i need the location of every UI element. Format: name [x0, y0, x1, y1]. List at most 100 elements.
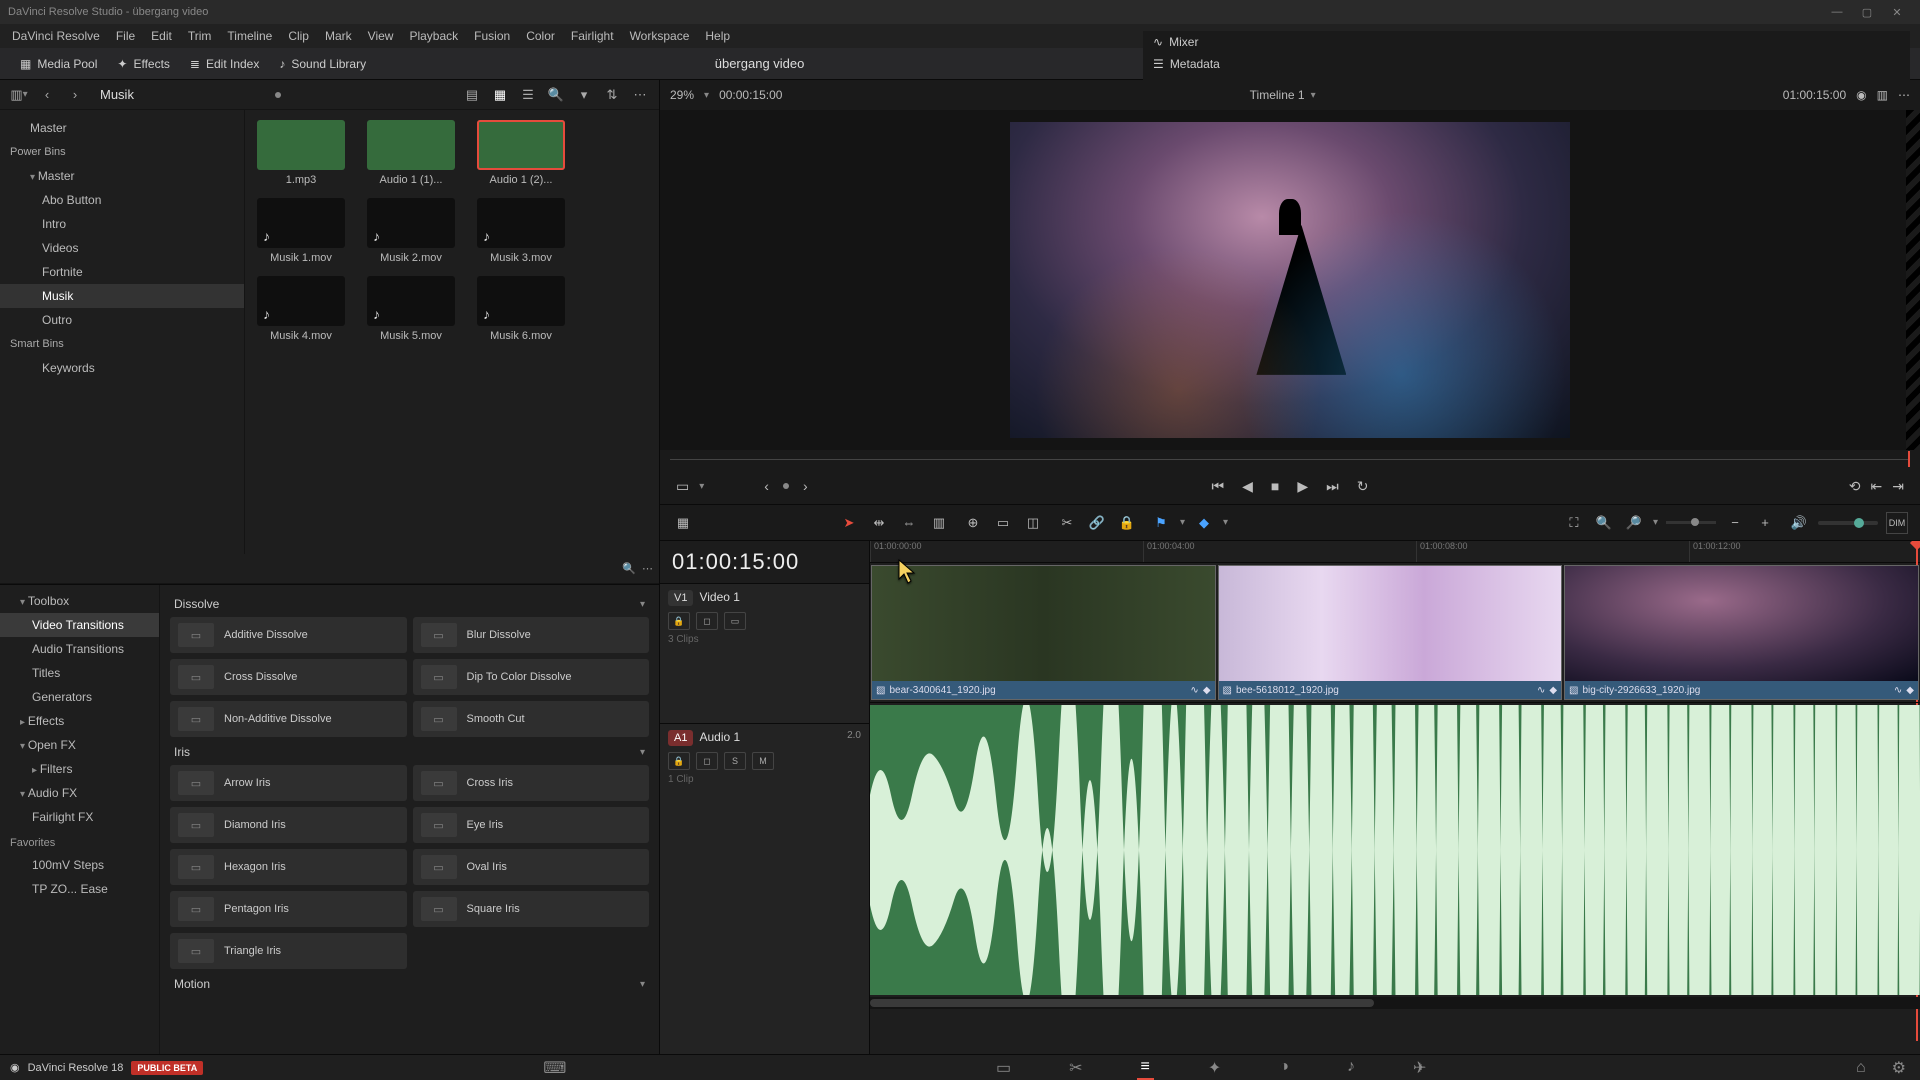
insert-mode-icon[interactable]: ▭: [676, 478, 689, 495]
clip-item[interactable]: 1.mp3: [255, 120, 347, 186]
trim-tool-icon[interactable]: ⇹: [868, 512, 890, 534]
overwrite-clip-icon[interactable]: ▭: [992, 512, 1014, 534]
bin-item-abo-button[interactable]: Abo Button: [0, 188, 244, 212]
atrack-solo-icon[interactable]: S: [724, 752, 746, 770]
audio-track[interactable]: [870, 705, 1920, 995]
video-clip[interactable]: ▧big-city-2926633_1920.jpg∿◆: [1564, 565, 1919, 700]
menu-edit[interactable]: Edit: [143, 29, 180, 43]
bin-item-videos[interactable]: Videos: [0, 236, 244, 260]
page-media[interactable]: ▭: [992, 1056, 1015, 1080]
clip-item[interactable]: ♪Musik 2.mov: [365, 198, 457, 264]
bin-item-outro[interactable]: Outro: [0, 308, 244, 332]
track-lock-icon[interactable]: 🔒: [668, 612, 690, 630]
settings-icon[interactable]: ⚙: [1888, 1056, 1910, 1080]
insert-mode-dropdown[interactable]: ▾: [699, 481, 704, 492]
edit-index-toggle[interactable]: ≣Edit Index: [180, 53, 269, 75]
fx-toolbox[interactable]: ▾ Toolbox: [0, 589, 159, 613]
clip-keyframe-icon[interactable]: ◆: [1906, 685, 1914, 696]
clip-keyframe-icon[interactable]: ◆: [1549, 685, 1557, 696]
page-fusion[interactable]: ✦: [1204, 1056, 1225, 1080]
more-icon[interactable]: ⋯: [629, 84, 651, 106]
metadata-toggle[interactable]: ☰Metadata: [1143, 53, 1910, 75]
zoom-custom-icon[interactable]: 🔎: [1623, 512, 1645, 534]
search-options[interactable]: ▾: [573, 84, 595, 106]
fx-more-icon[interactable]: ⋯: [642, 562, 653, 575]
timeline-name[interactable]: Timeline 1: [1250, 88, 1305, 102]
marker-icon[interactable]: ◆: [1193, 512, 1215, 534]
clip-curve-icon[interactable]: ∿: [1537, 685, 1545, 696]
bin-keywords[interactable]: Keywords: [0, 356, 244, 380]
next-mark-icon[interactable]: ›: [803, 478, 808, 494]
page-deliver[interactable]: ✈: [1409, 1056, 1430, 1080]
track-enable-icon[interactable]: ◻: [696, 612, 718, 630]
fx-tree-generators[interactable]: Generators: [0, 685, 159, 709]
selection-tool-icon[interactable]: ➤: [838, 512, 860, 534]
effects-toggle[interactable]: ✦Effects: [107, 53, 180, 75]
atrack-lock-icon[interactable]: 🔒: [668, 752, 690, 770]
clip-keyframe-icon[interactable]: ◆: [1203, 685, 1211, 696]
lock-icon[interactable]: 🔒: [1116, 512, 1138, 534]
fx-item-non-additive-dissolve[interactable]: ▭Non-Additive Dissolve: [170, 701, 407, 737]
razor-icon[interactable]: ✂: [1056, 512, 1078, 534]
fx-effects[interactable]: ▸ Effects: [0, 709, 159, 733]
timeline-dropdown-icon[interactable]: ▾: [1311, 90, 1316, 101]
window-maximize[interactable]: ▢: [1852, 6, 1882, 19]
dual-viewer-icon[interactable]: ▥: [1877, 88, 1888, 102]
fx-item-triangle-iris[interactable]: ▭Triangle Iris: [170, 933, 407, 969]
window-minimize[interactable]: —: [1822, 6, 1852, 18]
replace-clip-icon[interactable]: ◫: [1022, 512, 1044, 534]
fx-openfx[interactable]: ▾ Open FX: [0, 733, 159, 757]
reverse-icon[interactable]: ◀: [1242, 478, 1253, 495]
play-icon[interactable]: ▶: [1297, 478, 1308, 495]
fx-item-oval-iris[interactable]: ▭Oval Iris: [413, 849, 650, 885]
clip-item[interactable]: Audio 1 (2)...: [475, 120, 567, 186]
view-strip-icon[interactable]: ▤: [461, 84, 483, 106]
page-edit[interactable]: ≡: [1137, 1056, 1154, 1080]
fx-filters[interactable]: ▸ Filters: [0, 757, 159, 781]
fx-item-dip-to-color-dissolve[interactable]: ▭Dip To Color Dissolve: [413, 659, 650, 695]
menu-fairlight[interactable]: Fairlight: [563, 29, 622, 43]
viewer-zoom[interactable]: 29%: [670, 88, 694, 102]
bin-master[interactable]: ▾ Master: [0, 164, 244, 188]
timeline-ruler[interactable]: 01:00:00:0001:00:04:0001:00:08:0001:00:1…: [870, 541, 1920, 563]
fx-item-eye-iris[interactable]: ▭Eye Iris: [413, 807, 650, 843]
fx-item-blur-dissolve[interactable]: ▭Blur Dissolve: [413, 617, 650, 653]
bin-item-intro[interactable]: Intro: [0, 212, 244, 236]
atrack-enable-icon[interactable]: ◻: [696, 752, 718, 770]
zoom-minus-icon[interactable]: −: [1724, 512, 1746, 534]
fx-fairlight[interactable]: Fairlight FX: [0, 805, 159, 829]
mixer-toggle[interactable]: ∿Mixer: [1143, 31, 1910, 53]
mark-out-icon[interactable]: ⇥: [1892, 478, 1904, 495]
sound-library-toggle[interactable]: ♪Sound Library: [269, 53, 376, 75]
match-frame-icon[interactable]: ⟲: [1849, 478, 1861, 495]
nav-back[interactable]: ‹: [36, 84, 58, 106]
menu-timeline[interactable]: Timeline: [219, 29, 280, 43]
fx-item-pentagon-iris[interactable]: ▭Pentagon Iris: [170, 891, 407, 927]
zoom-full-icon[interactable]: ⛶: [1563, 512, 1585, 534]
atrack-mute-icon[interactable]: M: [752, 752, 774, 770]
bin-dropdown-icon[interactable]: ▥ ▾: [8, 84, 30, 106]
fx-tree-video-transitions[interactable]: Video Transitions: [0, 613, 159, 637]
page-color[interactable]: ◑: [1275, 1056, 1293, 1080]
clip-curve-icon[interactable]: ∿: [1190, 685, 1198, 696]
video-track-header[interactable]: V1Video 1 🔒 ◻ ▭ 3 Clips: [660, 583, 869, 723]
clip-item[interactable]: ♪Musik 6.mov: [475, 276, 567, 342]
view-thumb-icon[interactable]: ▦: [489, 84, 511, 106]
go-end-icon[interactable]: ⏭: [1326, 478, 1339, 495]
fx-item-cross-dissolve[interactable]: ▭Cross Dissolve: [170, 659, 407, 695]
fx-search-icon[interactable]: 🔍: [622, 562, 636, 575]
video-clip[interactable]: ▧bear-3400641_1920.jpg∿◆: [871, 565, 1216, 700]
clip-item[interactable]: ♪Musik 3.mov: [475, 198, 567, 264]
fx-item-hexagon-iris[interactable]: ▭Hexagon Iris: [170, 849, 407, 885]
blade-tool-icon[interactable]: ▥: [928, 512, 950, 534]
clip-item[interactable]: ♪Musik 4.mov: [255, 276, 347, 342]
sort-icon[interactable]: ⇅: [601, 84, 623, 106]
bin-item-fortnite[interactable]: Fortnite: [0, 260, 244, 284]
fx-category-motion[interactable]: Motion▾: [170, 969, 649, 997]
menu-davinci-resolve[interactable]: DaVinci Resolve: [4, 29, 108, 43]
track-auto-icon[interactable]: ▭: [724, 612, 746, 630]
flag-icon[interactable]: ⚑: [1150, 512, 1172, 534]
bin-master-top[interactable]: Master: [0, 116, 244, 140]
timeline-view-icon[interactable]: ▦: [672, 512, 694, 534]
keyboard-icon[interactable]: ⌨: [539, 1056, 570, 1080]
